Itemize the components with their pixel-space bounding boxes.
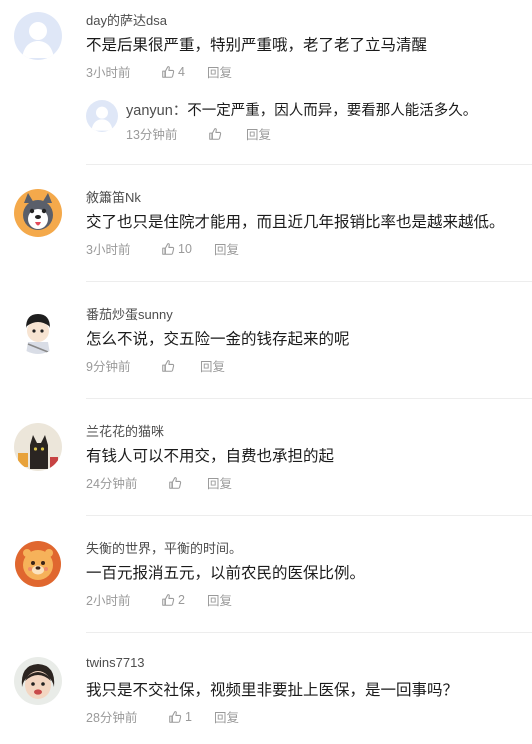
default-avatar-icon[interactable] [14, 12, 62, 60]
comment-time: 3小时前 [86, 66, 131, 80]
like-count: 1 [185, 709, 192, 724]
comment-text: 交了也只是住院才能用，而且近几年报销比率也是越来越低。 [86, 214, 505, 231]
comment-meta: 2小时前 2 回复 [86, 590, 232, 609]
default-avatar-icon[interactable] [86, 100, 118, 132]
like-button[interactable] [208, 127, 246, 141]
comment-text: 怎么不说，交五险一金的钱存起来的呢 [86, 331, 350, 348]
reply-button[interactable]: 回复 [200, 356, 225, 375]
reply-button[interactable]: 回复 [214, 239, 239, 258]
reply-button[interactable]: 回复 [214, 707, 239, 726]
divider [86, 281, 532, 282]
reply-button[interactable]: 回复 [207, 62, 232, 81]
like-button[interactable]: 2 [161, 593, 207, 607]
comment-text: 一百元报消五元，以前农民的医保比例。 [86, 565, 366, 582]
comment-time: 28分钟前 [86, 711, 138, 725]
reply-button[interactable]: 回复 [207, 473, 232, 492]
child-photo-avatar[interactable] [14, 657, 62, 705]
black-cat-avatar[interactable] [14, 423, 62, 471]
comment-text: 有钱人可以不用交，自费也承担的起 [86, 448, 335, 465]
comment-time: 24分钟前 [86, 477, 138, 491]
comment-username[interactable]: 敘簫笛Nk [86, 187, 141, 206]
thumbs-up-icon [161, 359, 175, 373]
comment-username[interactable]: 失衡的世界，平衡的时间。 [86, 538, 242, 557]
comment-meta: 24分钟前 回复 [86, 473, 232, 492]
reply-button[interactable]: 回复 [207, 590, 232, 609]
divider [86, 164, 532, 165]
comment-meta: 9分钟前 回复 [86, 356, 225, 375]
comment-time: 9分钟前 [86, 360, 131, 374]
comment-username[interactable]: twins7713 [86, 655, 145, 670]
thumbs-up-icon [168, 476, 182, 490]
comment-time: 2小时前 [86, 594, 131, 608]
thumbs-up-icon [168, 710, 182, 724]
thumbs-up-icon [161, 242, 175, 256]
sub-reply-text: 不一定严重，因人而异，要看那人能活多久。 [187, 103, 478, 119]
like-button[interactable] [168, 476, 207, 490]
comment-username[interactable]: 兰花花的猫咪 [86, 421, 164, 440]
comment-meta: 3小时前 10 回复 [86, 239, 239, 258]
thumbs-up-icon [161, 593, 175, 607]
husky-avatar[interactable] [14, 189, 62, 237]
divider [86, 398, 532, 399]
reply-button[interactable]: 回复 [246, 124, 271, 143]
like-button[interactable] [161, 359, 200, 373]
sub-reply-time: 13分钟前 [126, 128, 178, 142]
like-count: 10 [178, 241, 192, 256]
comment-time: 3小时前 [86, 243, 131, 257]
thumbs-up-icon [208, 127, 222, 141]
sub-reply-meta: 13分钟前 回复 [126, 124, 271, 143]
comment-username[interactable]: 番茄炒蛋sunny [86, 304, 173, 323]
sub-reply-separator: ： [172, 103, 188, 119]
comment-username[interactable]: day的萨达dsa [86, 10, 167, 29]
comment-meta: 28分钟前 1 回复 [86, 707, 239, 726]
comment-meta: 3小时前 4 回复 [86, 62, 232, 81]
like-count: 2 [178, 592, 185, 607]
comment-text: 不是后果很严重，特别严重哦，老了老了立马清醒 [86, 37, 428, 54]
sub-reply-username[interactable]: yanyun [126, 103, 173, 119]
like-button[interactable]: 4 [161, 65, 207, 79]
thumbs-up-icon [161, 65, 175, 79]
cartoon-boy-avatar[interactable] [14, 306, 62, 354]
like-count: 4 [178, 64, 185, 79]
divider [86, 632, 532, 633]
lion-avatar[interactable] [14, 540, 62, 588]
comment-text: 我只是不交社保，视频里非要扯上医保，是一回事吗？ [86, 682, 459, 699]
sub-reply-line: yanyun：不一定严重，因人而异，要看那人能活多久。 [126, 99, 477, 120]
divider [86, 515, 532, 516]
like-button[interactable]: 1 [168, 710, 214, 724]
like-button[interactable]: 10 [161, 242, 214, 256]
